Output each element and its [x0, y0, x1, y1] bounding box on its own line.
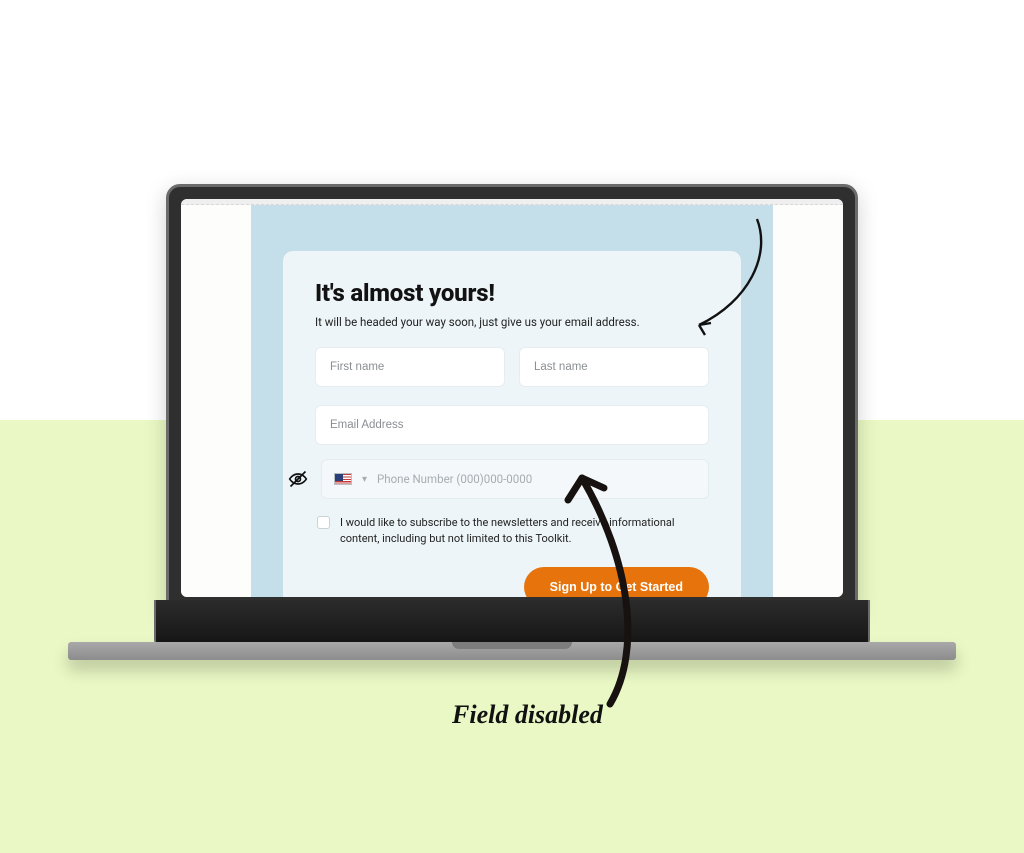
first-name-field[interactable]: [315, 347, 505, 387]
laptop-keyboard-deck: [154, 600, 870, 644]
phone-placeholder-text: Phone Number (000)000-0000: [377, 472, 532, 486]
annotation-arrow-top: [679, 215, 789, 345]
first-name-input[interactable]: [330, 361, 490, 373]
chevron-down-icon: ▾: [362, 474, 367, 485]
form-title: It's almost yours!: [315, 279, 709, 307]
email-field[interactable]: [315, 405, 709, 445]
last-name-field[interactable]: [519, 347, 709, 387]
consent-checkbox[interactable]: [317, 516, 330, 529]
email-row: [315, 405, 709, 445]
last-name-input[interactable]: [534, 361, 694, 373]
us-flag-icon: [334, 473, 352, 485]
form-subtitle: It will be headed your way soon, just gi…: [315, 315, 709, 329]
annotation-label: Field disabled: [452, 700, 603, 730]
hidden-eye-icon: [287, 468, 309, 490]
name-row: [315, 347, 709, 387]
email-input[interactable]: [330, 419, 694, 431]
image-canvas: It's almost yours! It will be headed you…: [0, 0, 1024, 853]
annotation-arrow-bottom: [552, 460, 672, 710]
signup-card: It's almost yours! It will be headed you…: [283, 251, 741, 597]
